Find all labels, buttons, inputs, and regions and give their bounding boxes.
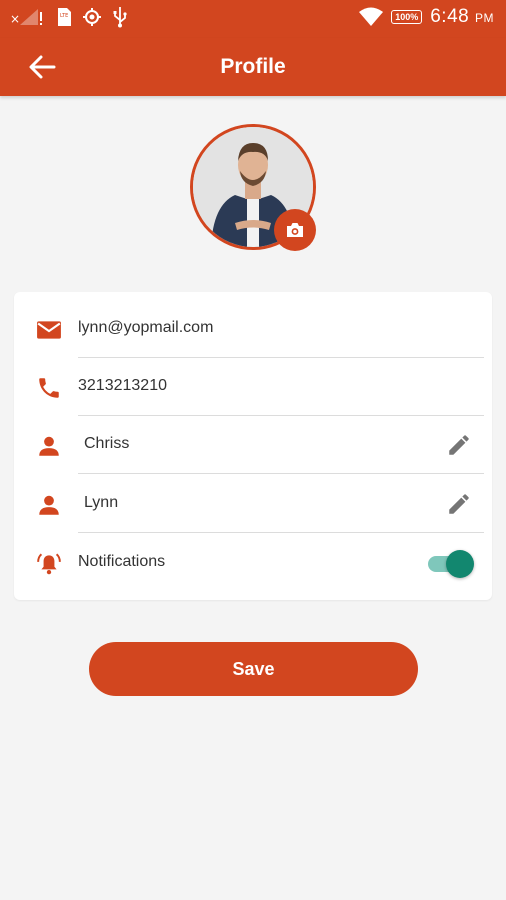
clock: 6:48 PM [430, 6, 494, 28]
profile-card: lynn@yopmail.com 3213213210 Chriss Lynn [14, 292, 492, 600]
battery-level: 100% [395, 12, 419, 22]
clock-time: 6:48 [430, 6, 470, 27]
last-name-value: Lynn [84, 494, 119, 511]
svg-text:LTE: LTE [60, 13, 68, 19]
wifi-icon [359, 7, 384, 26]
alarm-bell-icon [37, 553, 61, 575]
gps-icon [83, 8, 101, 26]
divider [78, 473, 484, 474]
usb-icon [113, 7, 127, 28]
svg-text:×: × [10, 12, 20, 26]
email-value: lynn@yopmail.com [78, 319, 214, 336]
email-icon [37, 321, 61, 339]
page-title: Profile [220, 55, 286, 78]
clock-ampm: PM [475, 11, 494, 25]
status-icons-right: 100% 6:48 PM [359, 6, 494, 28]
battery-icon: 100% [391, 10, 423, 24]
app-bar: Profile [0, 38, 506, 96]
first-name-value: Chriss [84, 435, 130, 452]
notifications-label: Notifications [78, 553, 166, 570]
toggle-thumb [446, 550, 474, 578]
status-bar: × LTE 100% 6:48 PM [0, 0, 506, 38]
phone-value: 3213213210 [78, 377, 167, 394]
profile-avatar [190, 124, 316, 251]
change-photo-button[interactable] [274, 209, 316, 251]
sim-icon: LTE [58, 8, 71, 26]
divider [78, 532, 484, 533]
edit-pencil-icon[interactable] [446, 432, 472, 458]
person-icon [39, 436, 59, 456]
person-icon [39, 495, 59, 515]
save-button[interactable]: Save [89, 642, 418, 696]
phone-icon [39, 378, 59, 398]
last-name-row[interactable]: Lynn [14, 475, 492, 533]
first-name-row[interactable]: Chriss [14, 416, 492, 474]
edit-pencil-icon[interactable] [446, 491, 472, 517]
camera-icon [287, 223, 303, 237]
notifications-toggle[interactable] [428, 550, 474, 578]
email-row: lynn@yopmail.com [14, 300, 492, 358]
signal-off-icon: × [10, 9, 42, 26]
status-icons-left: × LTE [10, 6, 128, 28]
phone-row: 3213213210 [14, 358, 492, 416]
notifications-row: Notifications [14, 534, 492, 592]
